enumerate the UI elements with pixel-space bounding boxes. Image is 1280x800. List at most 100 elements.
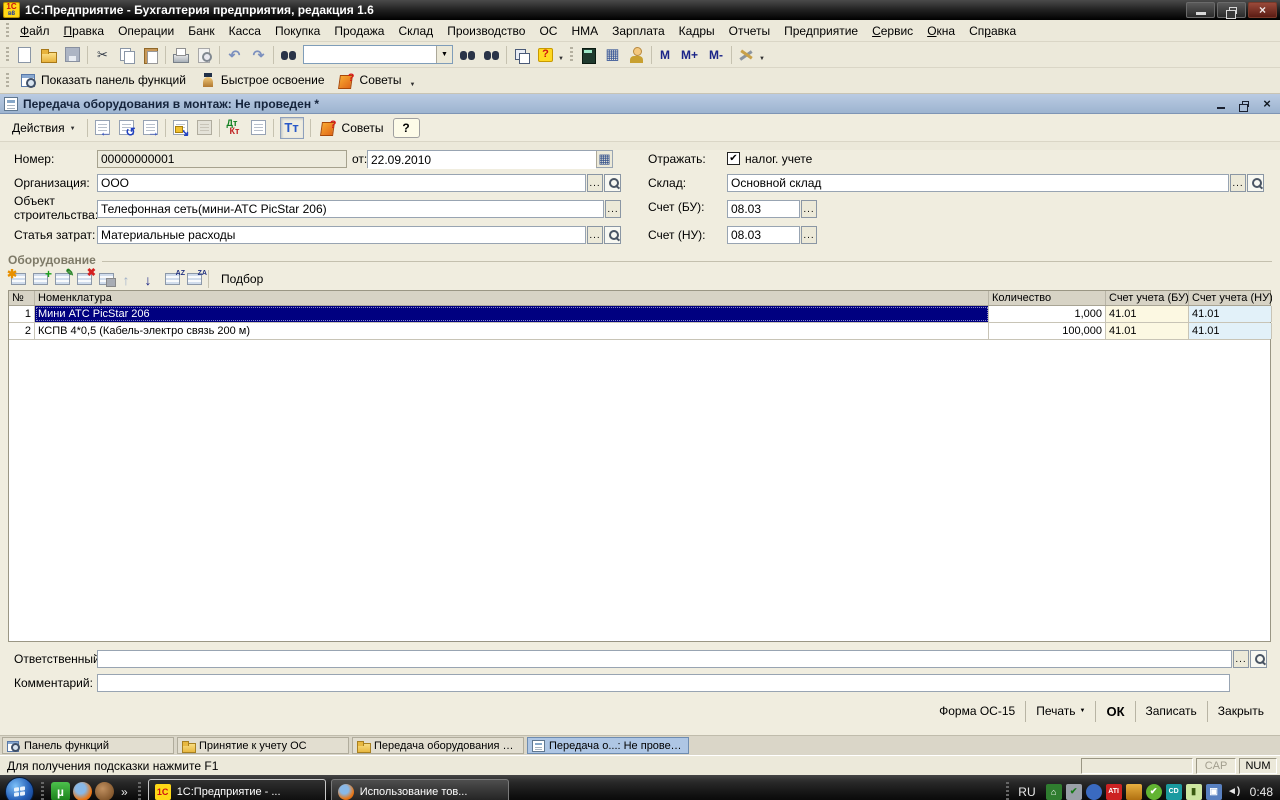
new-file-icon[interactable] bbox=[13, 44, 36, 66]
menu-item[interactable]: Операции bbox=[111, 22, 181, 40]
menu-item[interactable]: НМА bbox=[564, 22, 605, 40]
object-select-button[interactable]: ... bbox=[605, 200, 621, 218]
menu-item[interactable]: Справка bbox=[962, 22, 1023, 40]
language-indicator[interactable]: RU bbox=[1018, 785, 1035, 799]
podbor-button[interactable]: Подбор bbox=[212, 270, 272, 288]
network-icon[interactable]: ▣ bbox=[1206, 784, 1222, 800]
cost-item-select-button[interactable]: ... bbox=[587, 226, 603, 244]
schet-nu-field[interactable] bbox=[727, 226, 800, 244]
print-icon[interactable] bbox=[169, 44, 192, 66]
responsible-select-button[interactable]: ... bbox=[1233, 650, 1249, 668]
org-select-button[interactable]: ... bbox=[587, 174, 603, 192]
shell-icon[interactable] bbox=[95, 782, 114, 800]
undo-icon[interactable]: ↶ bbox=[223, 44, 246, 66]
cd-emulator-icon[interactable]: CD bbox=[1166, 784, 1182, 800]
menu-item[interactable]: ОС bbox=[532, 22, 564, 40]
volume-icon[interactable]: ◄) bbox=[1226, 784, 1242, 800]
memory-plus-button[interactable]: M+ bbox=[676, 44, 703, 66]
org-field[interactable] bbox=[97, 174, 586, 192]
menu-item[interactable]: Покупка bbox=[268, 22, 327, 40]
license-icon[interactable]: ✔ bbox=[1146, 784, 1162, 800]
menu-item[interactable]: Продажа bbox=[327, 22, 391, 40]
add-row-icon[interactable]: ✱ bbox=[8, 269, 29, 289]
schet-bu-select-button[interactable]: ... bbox=[801, 200, 817, 218]
find-prev-icon[interactable] bbox=[480, 44, 503, 66]
menu-item[interactable]: Производство bbox=[440, 22, 532, 40]
start-button[interactable] bbox=[5, 777, 34, 800]
ati-catalyst-icon[interactable]: ATI bbox=[1106, 784, 1122, 800]
memory-minus-button[interactable]: M- bbox=[704, 44, 728, 66]
display-settings-icon[interactable] bbox=[1126, 784, 1142, 800]
prev-doc-icon[interactable]: ← bbox=[91, 117, 114, 139]
taskbar-button-1c[interactable]: 1С 1С:Предприятие - ... bbox=[148, 779, 326, 800]
find-icon[interactable] bbox=[277, 44, 300, 66]
tab-function-panel[interactable]: Панель функций bbox=[2, 737, 174, 754]
actions-button[interactable]: Действия▼ bbox=[4, 117, 84, 139]
table-row[interactable]: 1 Мини АТС PicStar 206 1,000 41.01 41.01 bbox=[9, 306, 1270, 323]
paste-icon[interactable] bbox=[139, 44, 162, 66]
menu-item[interactable]: Файл bbox=[13, 22, 57, 40]
input-on-base-icon[interactable]: → bbox=[139, 117, 162, 139]
cost-item-open-button[interactable] bbox=[604, 226, 621, 244]
menu-item[interactable]: Банк bbox=[181, 22, 221, 40]
tools-icon[interactable] bbox=[735, 44, 758, 66]
sklad-open-button[interactable] bbox=[1247, 174, 1264, 192]
tab-equipment-transfer-list[interactable]: Передача оборудования в ... bbox=[352, 737, 524, 754]
print-button[interactable]: Печать▼ bbox=[1025, 701, 1095, 722]
comment-field[interactable] bbox=[97, 674, 1230, 692]
schet-nu-select-button[interactable]: ... bbox=[801, 226, 817, 244]
move-down-icon[interactable]: ↓ bbox=[140, 269, 161, 289]
copy-icon[interactable] bbox=[115, 44, 138, 66]
date-field[interactable] bbox=[368, 151, 596, 169]
column-header-account-nu[interactable]: Счет учета (НУ) bbox=[1189, 291, 1272, 305]
column-header-account-bu[interactable]: Счет учета (БУ) bbox=[1106, 291, 1189, 305]
close-button[interactable]: Закрыть bbox=[1207, 701, 1274, 722]
chevron-down-icon[interactable]: ▼ bbox=[410, 82, 416, 88]
tab-equipment-transfer-doc[interactable]: Передача о...: Не проведен * bbox=[527, 737, 689, 754]
toolbar-grip[interactable] bbox=[6, 23, 9, 39]
toolbar-grip[interactable] bbox=[6, 47, 9, 63]
sklad-select-button[interactable]: ... bbox=[1230, 174, 1246, 192]
object-field[interactable] bbox=[97, 200, 604, 218]
clock[interactable]: 0:48 bbox=[1250, 785, 1273, 799]
toolbar-grip[interactable] bbox=[570, 47, 573, 63]
chevron-down-icon[interactable]: ▼ bbox=[759, 56, 765, 62]
table-row[interactable]: 2 КСПВ 4*0,5 (Кабель-электро связь 200 м… bbox=[9, 323, 1270, 340]
power-icon[interactable]: ▮ bbox=[1186, 784, 1202, 800]
doc-close-button[interactable]: × bbox=[1258, 96, 1276, 111]
help-1c-icon[interactable]: ? bbox=[534, 44, 557, 66]
tab-os-acceptance[interactable]: Принятие к учету ОС bbox=[177, 737, 349, 754]
search-input[interactable] bbox=[304, 46, 436, 63]
firefox-icon[interactable] bbox=[73, 782, 92, 800]
redo-icon[interactable]: ↷ bbox=[247, 44, 270, 66]
menu-item[interactable]: Касса bbox=[222, 22, 268, 40]
copy-row-icon[interactable]: + bbox=[30, 269, 51, 289]
responsible-open-button[interactable] bbox=[1250, 650, 1267, 668]
cost-item-field[interactable] bbox=[97, 226, 586, 244]
user-icon[interactable] bbox=[625, 44, 648, 66]
minimize-button[interactable] bbox=[1186, 2, 1215, 18]
find-next-icon[interactable] bbox=[456, 44, 479, 66]
responsible-field[interactable] bbox=[97, 650, 1232, 668]
menu-item[interactable]: Кадры bbox=[672, 22, 722, 40]
menu-item[interactable]: Окна bbox=[920, 22, 962, 40]
memory-m-button[interactable]: M bbox=[655, 44, 675, 66]
end-edit-icon[interactable] bbox=[96, 269, 117, 289]
antivirus-icon[interactable]: ⌂ bbox=[1046, 784, 1062, 800]
save-file-icon[interactable] bbox=[61, 44, 84, 66]
chevron-expand-icon[interactable]: » bbox=[121, 785, 128, 799]
chevron-down-icon[interactable]: ▼ bbox=[558, 56, 564, 62]
menu-item[interactable]: Склад bbox=[391, 22, 440, 40]
menu-item[interactable]: Отчеты bbox=[722, 22, 777, 40]
column-header-quantity[interactable]: Количество bbox=[989, 291, 1106, 305]
doc-restore-button[interactable] bbox=[1235, 96, 1253, 111]
taskbar-button-browser[interactable]: Использование тов... bbox=[331, 779, 509, 800]
move-up-icon[interactable]: ↑ bbox=[118, 269, 139, 289]
reread-icon[interactable]: ↺ bbox=[115, 117, 138, 139]
doc-minimize-button[interactable] bbox=[1212, 96, 1230, 111]
edit-row-icon[interactable]: ✎ bbox=[52, 269, 73, 289]
org-open-button[interactable] bbox=[604, 174, 621, 192]
usb-safely-remove-icon[interactable]: ✔ bbox=[1066, 784, 1082, 800]
menu-item[interactable]: Сервис bbox=[865, 22, 920, 40]
dt-kt-icon[interactable]: ДтКт bbox=[223, 117, 246, 139]
